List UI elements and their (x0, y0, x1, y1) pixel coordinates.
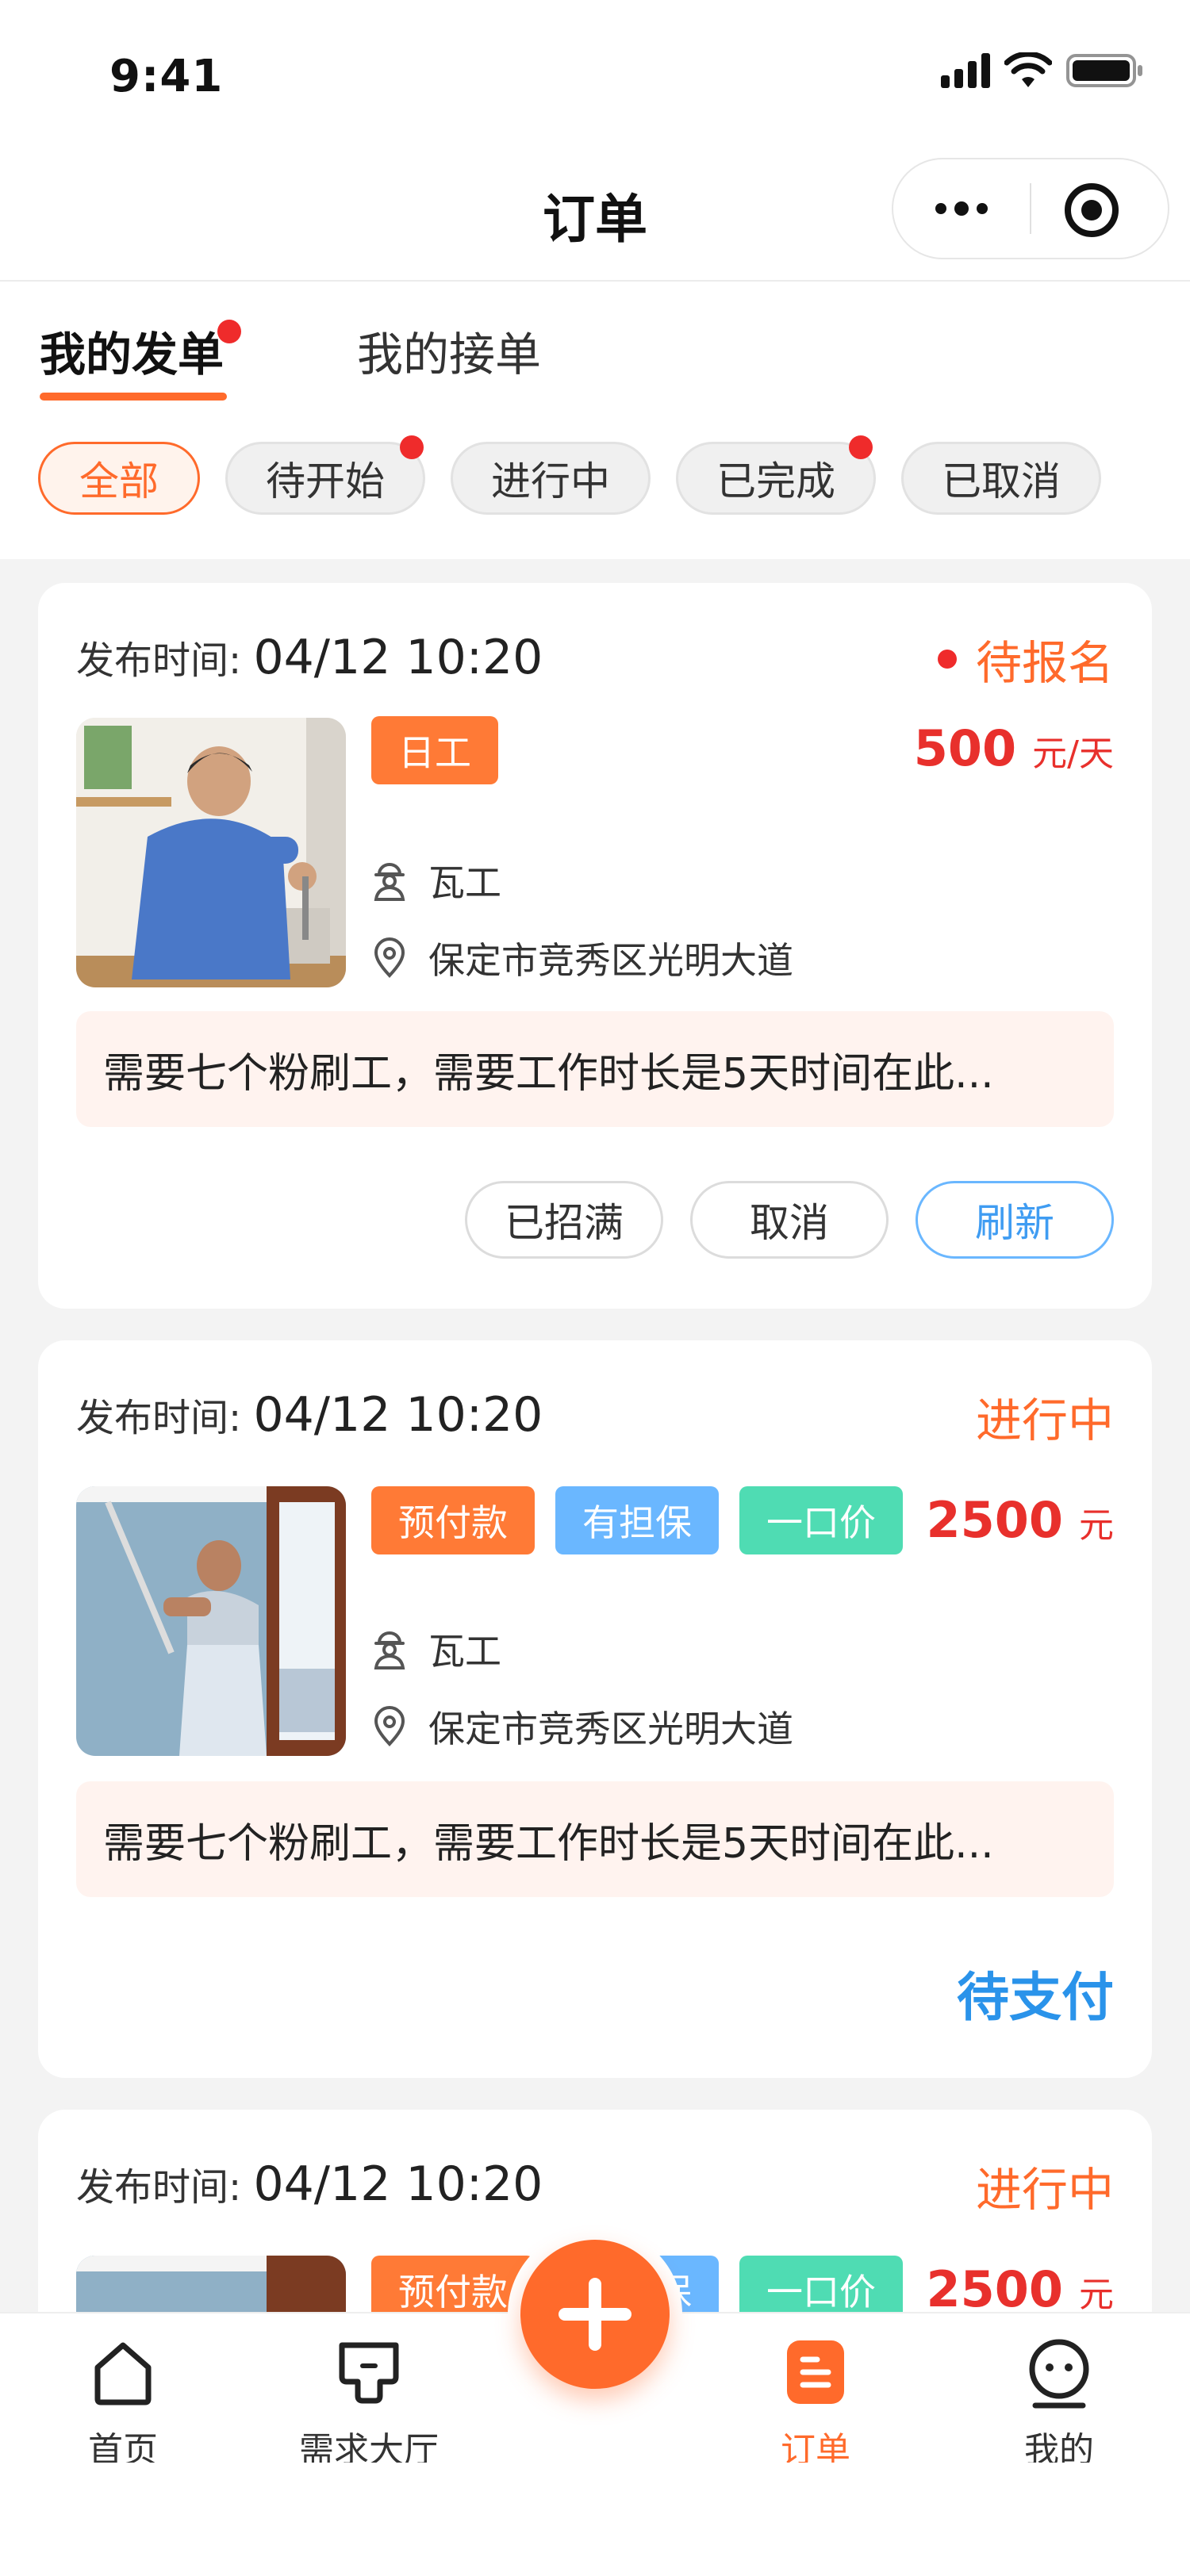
filter-in-progress[interactable]: 进行中 (451, 442, 651, 515)
filter-badge-dot (400, 435, 424, 459)
orders-icon (787, 2340, 844, 2404)
order-image (76, 718, 346, 987)
tag-guaranteed: 有担保 (555, 1486, 719, 1554)
price-unit: 元 (1079, 1505, 1114, 1546)
tag-fixed-price: 一口价 (739, 1486, 903, 1554)
work-type: 瓦工 (428, 861, 501, 904)
tabbar-item-orders[interactable]: 订单 (728, 2333, 903, 2472)
filled-button[interactable]: 已招满 (465, 1181, 663, 1259)
bottom-safe-area (0, 2463, 1190, 2576)
work-type: 瓦工 (428, 1630, 501, 1673)
address-row: 保定市竞秀区光明大道 (371, 1700, 793, 1753)
tabbar-item-profile[interactable]: 我的 (972, 2333, 1146, 2472)
price-value: 2500 (926, 2260, 1063, 2312)
tag-prepaid: 预付款 (371, 1486, 535, 1554)
order-price: 2500 元 (926, 1491, 1114, 1549)
order-card[interactable]: 发布时间: 04/12 10:20 进行中 预付款 有担保 一口价 2500 元… (38, 1340, 1152, 2078)
order-status: 进行中 (976, 2152, 1114, 2219)
cancel-button[interactable]: 取消 (690, 1181, 889, 1259)
tag-fixed-price: 一口价 (739, 2256, 903, 2312)
close-target-icon[interactable] (1065, 183, 1119, 237)
tab-active-underline (40, 393, 227, 401)
home-icon (94, 2342, 152, 2405)
filter-cancelled[interactable]: 已取消 (901, 442, 1101, 515)
order-description: 需要七个粉刷工，需要工作时长是5天时间在此... (76, 1781, 1114, 1897)
battery-icon (1066, 54, 1142, 87)
worker-icon (374, 1631, 405, 1669)
order-price: 2500 元 (926, 2260, 1114, 2312)
refresh-button[interactable]: 刷新 (916, 1181, 1114, 1259)
order-tabs: 我的发单 我的接单 (0, 282, 1190, 401)
status-dot (937, 650, 957, 669)
order-status: 进行中 (976, 1383, 1114, 1450)
signal-icon (941, 53, 990, 88)
tag-daily-work: 日工 (371, 716, 498, 784)
status-icons (941, 52, 1144, 89)
price-value: 500 (913, 719, 1017, 777)
status-filters: 全部 待开始 进行中 已完成 已取消 (0, 401, 1190, 559)
address-row: 保定市竞秀区光明大道 (371, 932, 793, 984)
demand-hall-icon (339, 2342, 399, 2404)
status-bar: 9:41 (0, 0, 1190, 147)
work-type-row: 瓦工 (371, 1623, 501, 1675)
location-pin-icon (374, 937, 405, 978)
publish-time-value: 04/12 10:20 (253, 1387, 543, 1443)
order-image (76, 1486, 346, 1756)
order-status-label: 待报名 (975, 636, 1114, 690)
order-status-label: 进行中 (975, 1393, 1114, 1447)
worker-icon (374, 863, 405, 901)
address: 保定市竞秀区光明大道 (428, 939, 793, 982)
wifi-icon (1004, 52, 1052, 87)
tabbar-item-demand-hall[interactable]: 需求大厅 (282, 2333, 456, 2472)
publish-time-value: 04/12 10:20 (253, 630, 543, 685)
tab-my-accepted[interactable]: 我的接单 (357, 317, 541, 384)
mini-program-capsule (892, 158, 1169, 259)
price-unit: 元 (1079, 2275, 1114, 2312)
tab-my-published[interactable]: 我的发单 (40, 317, 224, 384)
order-list: 发布时间: 04/12 10:20 待报名 日工 500 元/天 瓦工 保定市竞… (0, 559, 1190, 2312)
location-pin-icon (374, 1706, 405, 1746)
publish-time: 发布时间: 04/12 10:20 (76, 629, 543, 685)
filter-badge-dot (849, 435, 873, 459)
pending-payment-link[interactable]: 待支付 (957, 1955, 1114, 2031)
order-status-label: 进行中 (975, 2163, 1114, 2217)
order-description: 需要七个粉刷工，需要工作时长是5天时间在此... (76, 1011, 1114, 1127)
publish-time: 发布时间: 04/12 10:20 (76, 1386, 543, 1443)
tab-badge-dot (217, 320, 241, 343)
address: 保定市竞秀区光明大道 (428, 1708, 793, 1750)
tabbar-item-home[interactable]: 首页 (36, 2333, 210, 2472)
order-card[interactable]: 发布时间: 04/12 10:20 待报名 日工 500 元/天 瓦工 保定市竞… (38, 583, 1152, 1309)
publish-time-value: 04/12 10:20 (253, 2156, 543, 2212)
publish-time: 发布时间: 04/12 10:20 (76, 2156, 543, 2212)
order-image (76, 2256, 346, 2312)
publish-time-label: 发布时间: (76, 638, 242, 683)
publish-time-label: 发布时间: (76, 2165, 242, 2210)
filter-completed[interactable]: 已完成 (676, 442, 876, 515)
publish-time-label: 发布时间: (76, 1396, 242, 1440)
profile-icon (1029, 2339, 1089, 2409)
price-value: 2500 (926, 1491, 1063, 1549)
nav-bar: 订单 (0, 147, 1190, 282)
publish-add-button[interactable] (520, 2240, 670, 2389)
filter-pending-start[interactable]: 待开始 (225, 442, 425, 515)
status-time: 9:41 (109, 51, 224, 102)
more-icon[interactable] (893, 159, 1030, 258)
order-status: 待报名 (937, 626, 1114, 692)
capsule-divider (1030, 183, 1031, 234)
price-unit: 元/天 (1032, 734, 1114, 774)
filter-all[interactable]: 全部 (38, 442, 200, 515)
order-price: 500 元/天 (914, 719, 1114, 777)
work-type-row: 瓦工 (371, 854, 501, 907)
